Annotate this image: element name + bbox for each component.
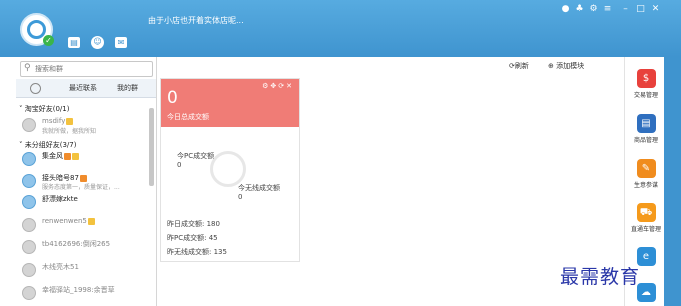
avatar: [22, 263, 36, 277]
tab-friends-icon[interactable]: [30, 83, 41, 96]
skin-icon[interactable]: ●: [561, 4, 570, 14]
yesterday-pc: 昨PC成交额: 45: [167, 234, 218, 242]
search-box[interactable]: ⚲: [20, 61, 153, 77]
online-status-icon: ✓: [43, 35, 54, 46]
contact-name: tb4162696:倒闲265: [42, 240, 111, 248]
contact-name: msdify: [42, 117, 74, 125]
list-item[interactable]: 舒漂嫁zkte: [22, 192, 152, 212]
contact-name: 幸福驿站_1998:余晋草: [42, 286, 115, 294]
avatar: [22, 218, 36, 232]
list-item[interactable]: 集金风: [22, 149, 152, 169]
goods-icon: ▤: [636, 114, 656, 133]
refresh-label: 刷新: [514, 62, 529, 70]
contact-name: 集金风: [42, 151, 79, 161]
sales-module-card: 0 今日总成交额 ⚙✥⟳✕ 今PC成交额 0 今无线成交额 0 昨日成交额: 1…: [160, 78, 300, 262]
contact-signature: 服务态度第一，质量保证，...: [42, 184, 120, 191]
pc-sales-label: 今PC成交额: [177, 152, 215, 160]
settings-icon[interactable]: ⚙: [589, 4, 598, 14]
badge-icon: [72, 152, 79, 160]
group-label: 淘宝好友(0/1): [24, 105, 70, 113]
list-item[interactable]: 幸福驿站_1998:余晋草: [22, 283, 152, 303]
car-management-button[interactable]: ⛟ 直通车管理: [629, 203, 663, 233]
mail-icon[interactable]: ✉: [115, 37, 127, 48]
badge-icon: [87, 217, 95, 225]
maximize-icon[interactable]: □: [636, 4, 645, 14]
minimize-icon[interactable]: –: [621, 4, 630, 14]
list-item[interactable]: 接头暗号87 服务态度第一，质量保证，...: [22, 171, 152, 191]
tab-my-groups[interactable]: 我的群: [117, 83, 138, 93]
list-item[interactable]: 木线亮木51: [22, 260, 152, 280]
chevron-down-icon: ˅: [19, 141, 23, 149]
list-item[interactable]: msdify 我就所做，据我所知: [22, 115, 152, 135]
watermark-text: 最需教育: [560, 266, 641, 288]
user-signature[interactable]: 由于小店也开着实体店呢...: [148, 15, 244, 26]
loading-ring: [210, 151, 246, 187]
avatar: [22, 240, 36, 254]
search-input[interactable]: [35, 63, 145, 74]
goods-management-button[interactable]: ▤ 商品管理: [629, 114, 663, 144]
refresh-icon[interactable]: ⟳: [278, 82, 286, 90]
pc-sales-value: 0: [177, 161, 182, 169]
avatar: [22, 152, 36, 166]
shirt-icon[interactable]: ♣: [575, 4, 584, 14]
tool-label: 交易管理: [633, 92, 658, 99]
business-advisor-icon: ✎: [636, 159, 656, 178]
top-header: ✓ ▤ ☺ ✉ 由于小店也开着实体店呢... ● ♣ ⚙ ≡ – □ ✕: [0, 0, 681, 57]
contact-name: 木线亮木51: [42, 263, 79, 271]
badge-icon: [66, 117, 74, 125]
business-advisor-button[interactable]: ✎ 生意参谋: [629, 159, 663, 189]
tool-label: 生意参谋: [633, 182, 658, 189]
list-item[interactable]: tb4162696:倒闲265: [22, 237, 152, 257]
contacts-scrollbar[interactable]: [149, 108, 154, 186]
avatar-ring-icon: [27, 20, 46, 39]
contact-signature: 我就所做，据我所知: [42, 128, 97, 135]
tab-recent[interactable]: 最近联系: [69, 83, 97, 93]
trade-icon: $: [636, 69, 656, 88]
badge-icon: [64, 152, 71, 160]
search-icon: ⚲: [24, 63, 31, 73]
car-icon: ⛟: [636, 203, 656, 222]
profile-card-icon[interactable]: ▤: [68, 37, 80, 48]
badge-icon: [79, 174, 87, 182]
list-item[interactable]: renwenwen5: [22, 215, 152, 235]
contacts-panel: ⚲ 最近联系 我的群 ˅ 淘宝好友(0/1) msdify 我就所做，据我所知 …: [16, 57, 157, 306]
group-taobao-friends[interactable]: ˅ 淘宝好友(0/1): [19, 104, 69, 114]
chevron-down-icon: ˅: [19, 105, 23, 113]
avatar: [22, 195, 36, 209]
close-icon[interactable]: ✕: [286, 82, 294, 90]
menu-icon[interactable]: ≡: [603, 4, 612, 14]
trade-management-button[interactable]: $ 交易管理: [629, 69, 663, 99]
contact-tabs: 最近联系 我的群: [16, 79, 156, 98]
window-edge-strip: [664, 57, 681, 306]
add-module-button[interactable]: ⊕ 添加模块: [548, 61, 584, 71]
wireless-sales-value: 0: [238, 193, 243, 201]
tool-label: 商品管理: [633, 137, 658, 144]
today-total-value: 0: [167, 88, 178, 108]
contact-name: 舒漂嫁zkte: [42, 195, 78, 203]
contact-name: renwenwen5: [42, 217, 95, 225]
avatar: [22, 174, 36, 188]
plus-circle-icon: ⊕: [548, 62, 554, 70]
user-avatar[interactable]: ✓: [20, 13, 54, 46]
today-total-label: 今日总成交额: [167, 113, 209, 121]
yesterday-wireless: 昨无线成交额: 135: [167, 248, 227, 256]
wireless-sales-label: 今无线成交额: [238, 184, 280, 192]
yesterday-total: 昨日成交额: 180: [167, 220, 220, 228]
avatar: [22, 118, 36, 132]
group-label: 未分组好友(3/7): [24, 141, 77, 149]
tool-label: 直通车管理: [630, 226, 661, 233]
close-icon[interactable]: ✕: [651, 4, 660, 14]
shop-icon[interactable]: ☺: [91, 36, 104, 49]
card-tools: ⚙✥⟳✕: [262, 82, 294, 90]
avatar: [22, 286, 36, 300]
card-header: 0 今日总成交额 ⚙✥⟳✕: [161, 79, 299, 127]
refresh-button[interactable]: ⟳刷新: [509, 61, 529, 71]
add-module-label: 添加模块: [556, 62, 585, 70]
